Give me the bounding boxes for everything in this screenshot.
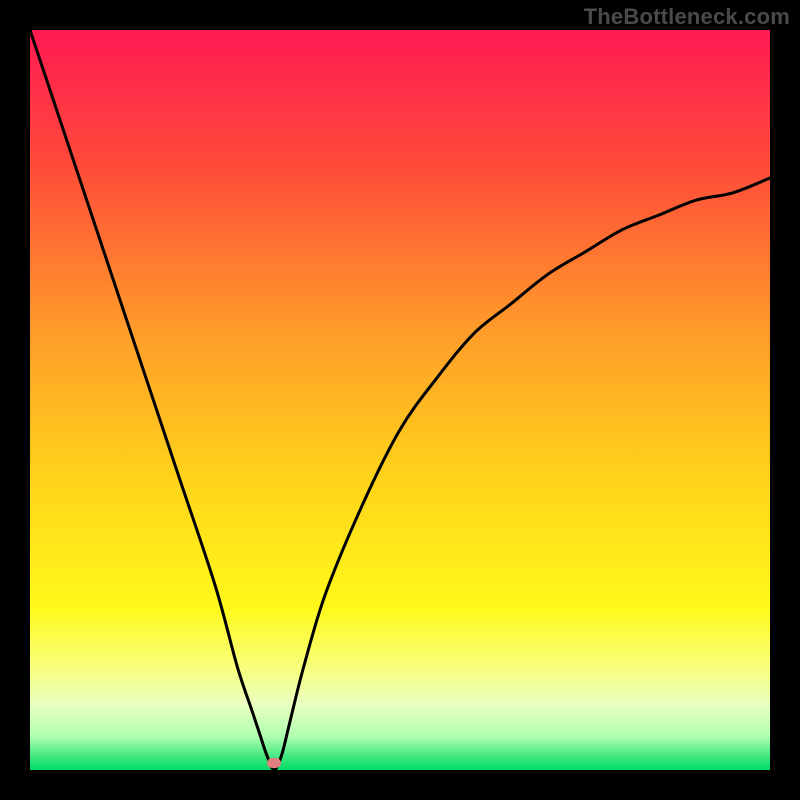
plot-svg [30, 30, 770, 770]
plot-area [30, 30, 770, 770]
gradient-background [30, 30, 770, 770]
optimal-point-marker [267, 758, 281, 768]
chart-frame: TheBottleneck.com [0, 0, 800, 800]
watermark-text: TheBottleneck.com [584, 4, 790, 30]
